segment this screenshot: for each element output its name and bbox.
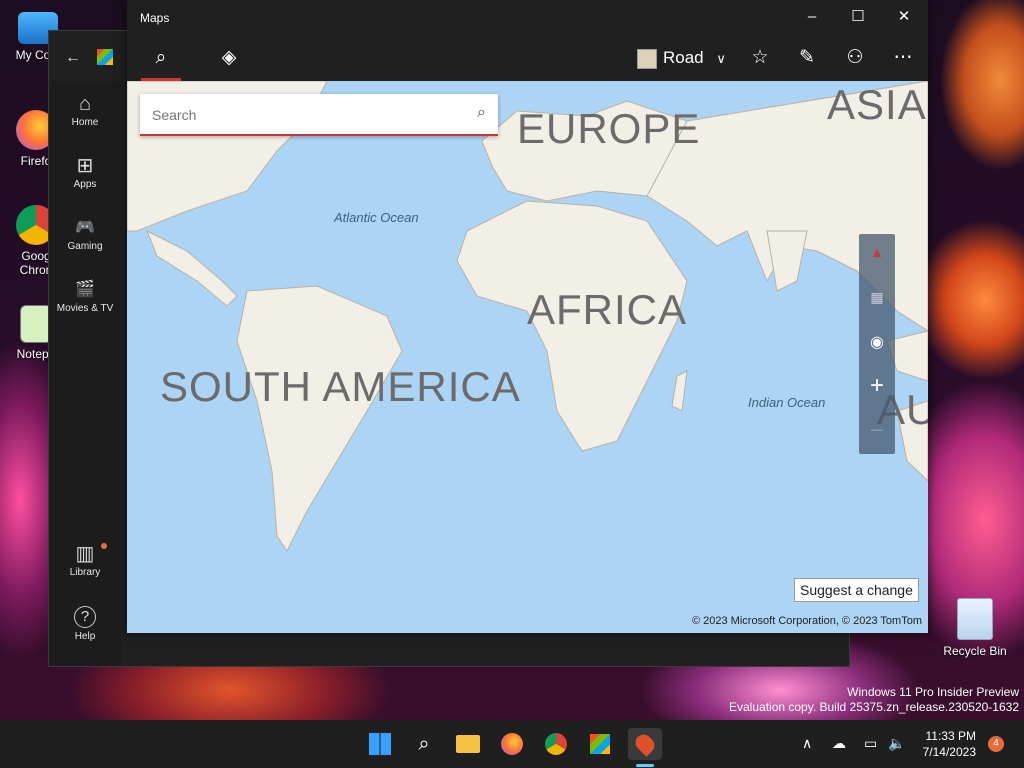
directions-icon[interactable]: ◈ [209, 42, 249, 74]
map-controls: ▲ ▦ ◉ + – [859, 234, 895, 454]
apps-icon: ⊞ [76, 155, 94, 177]
maps-icon[interactable] [628, 728, 662, 760]
map-style-label: Road [663, 48, 704, 67]
label-asia: ASIA [827, 81, 927, 128]
onedrive-icon[interactable]: ☁ [832, 735, 846, 752]
nav-label: Library [69, 567, 101, 578]
update-dot [101, 543, 107, 549]
help-icon: ? [74, 606, 96, 628]
active-app-indicator [636, 764, 654, 767]
road-map-icon [637, 48, 657, 69]
chrome-icon[interactable] [540, 728, 572, 760]
maps-toolbar: ⌕ ◈ Road ∨ ☆ ✎ ⚇ ⋯ [127, 34, 928, 81]
suggest-change-button[interactable]: Suggest a change [794, 578, 919, 602]
compass-icon[interactable]: ▲ [859, 244, 895, 260]
date: 7/14/2023 [922, 745, 976, 759]
nav-library[interactable]: ▥ Library [49, 541, 121, 578]
library-icon: ▥ [75, 543, 95, 565]
nav-home[interactable]: ⌂ Home [49, 91, 121, 128]
windows-watermark: Windows 11 Pro Insider Preview Evaluatio… [729, 685, 1019, 715]
copyright-text: © 2023 Microsoft Corporation, © 2023 Tom… [691, 615, 922, 627]
map-style-dropdown[interactable]: Road ∨ [637, 46, 726, 70]
ink-pen-icon[interactable]: ✎ [787, 42, 827, 74]
store-logo-icon [97, 49, 113, 65]
notification-badge[interactable]: 4 [988, 736, 1004, 752]
home-icon: ⌂ [78, 93, 92, 115]
maximize-button[interactable]: ☐ [835, 0, 881, 34]
gaming-icon: 🎮 [75, 219, 95, 236]
close-button[interactable]: ✕ [881, 0, 927, 34]
movies-icon: 🎬 [75, 281, 95, 298]
search-icon[interactable]: ⌕ [141, 42, 181, 74]
watermark-line2: Evaluation copy. Build 25375.zn_release.… [729, 700, 1019, 714]
search-icon[interactable]: ⌕ [408, 728, 440, 760]
more-options-icon[interactable]: ⋯ [883, 42, 923, 74]
title-bar: Maps – ☐ ✕ [127, 0, 928, 34]
label-africa: AFRICA [527, 286, 688, 333]
label-atlantic-ocean: Atlantic Ocean [334, 210, 419, 225]
recycle-bin-label: Recycle Bin [943, 644, 1007, 658]
nav-label: Movies & TV [56, 303, 114, 314]
nav-apps[interactable]: ⊞ Apps [49, 153, 121, 190]
file-explorer-icon[interactable] [452, 728, 484, 760]
window-title: Maps [140, 11, 170, 25]
nav-movies-tv[interactable]: 🎬 Movies & TV [49, 277, 121, 314]
nav-help[interactable]: ? Help [49, 603, 121, 642]
back-arrow-icon[interactable]: ← [65, 49, 81, 67]
favorites-icon[interactable]: ☆ [740, 42, 780, 74]
zoom-out-button[interactable]: – [859, 416, 895, 442]
network-icon[interactable]: ▭ [864, 735, 877, 752]
start-button[interactable] [364, 728, 396, 760]
desktop-icon-label: Firefo [20, 154, 52, 168]
search-box[interactable]: ⌕ [140, 94, 498, 136]
watermark-line1: Windows 11 Pro Insider Preview [847, 685, 1019, 699]
firefox-icon[interactable] [496, 728, 528, 760]
clock[interactable]: 11:33 PM 7/14/2023 [912, 728, 976, 760]
account-icon[interactable]: ⚇ [835, 42, 875, 74]
nav-label: Apps [73, 179, 97, 190]
nav-label: Gaming [67, 241, 103, 252]
store-sidebar: ⌂ Home ⊞ Apps 🎮 Gaming 🎬 Movies & TV ▥ L… [49, 81, 121, 666]
label-indian-ocean: Indian Ocean [748, 395, 826, 410]
zoom-in-button[interactable]: + [859, 372, 895, 400]
label-europe: EUROPE [517, 105, 701, 152]
windows-logo-icon [369, 733, 391, 755]
nav-label: Home [71, 117, 99, 128]
search-input[interactable] [150, 102, 454, 128]
time: 11:33 PM [925, 729, 976, 743]
nav-gaming[interactable]: 🎮 Gaming [49, 215, 121, 252]
recycle-bin[interactable]: Recycle Bin [943, 598, 1007, 658]
volume-icon[interactable]: 🔈 [888, 735, 905, 752]
locate-me-icon[interactable]: ◉ [859, 332, 895, 352]
label-south-america: SOUTH AMERICA [160, 363, 521, 410]
nav-label: Help [74, 631, 96, 642]
store-icon[interactable] [584, 728, 616, 760]
desktop: My Com Firefo Goog Chron Notepa Recycle … [0, 0, 1024, 720]
taskbar: ⌕ ∧ ☁ ▭ 🔈 11:33 PM 7/14/2023 4 [0, 720, 1024, 768]
recycle-bin-icon [957, 598, 993, 640]
show-hidden-icons-icon[interactable]: ∧ [802, 735, 812, 752]
chevron-down-icon: ∨ [716, 51, 726, 66]
search-icon[interactable]: ⌕ [477, 104, 486, 122]
map-land [127, 81, 928, 552]
minimize-button[interactable]: – [789, 0, 835, 34]
maps-window: Maps – ☐ ✕ ⌕ ◈ Road ∨ ☆ ✎ ⚇ ⋯ EUROPE ASI… [127, 0, 928, 633]
map-canvas[interactable]: EUROPE ASIA AFRICA SOUTH AMERICA AU Atla… [127, 81, 928, 633]
tilt-icon[interactable]: ▦ [859, 289, 895, 306]
